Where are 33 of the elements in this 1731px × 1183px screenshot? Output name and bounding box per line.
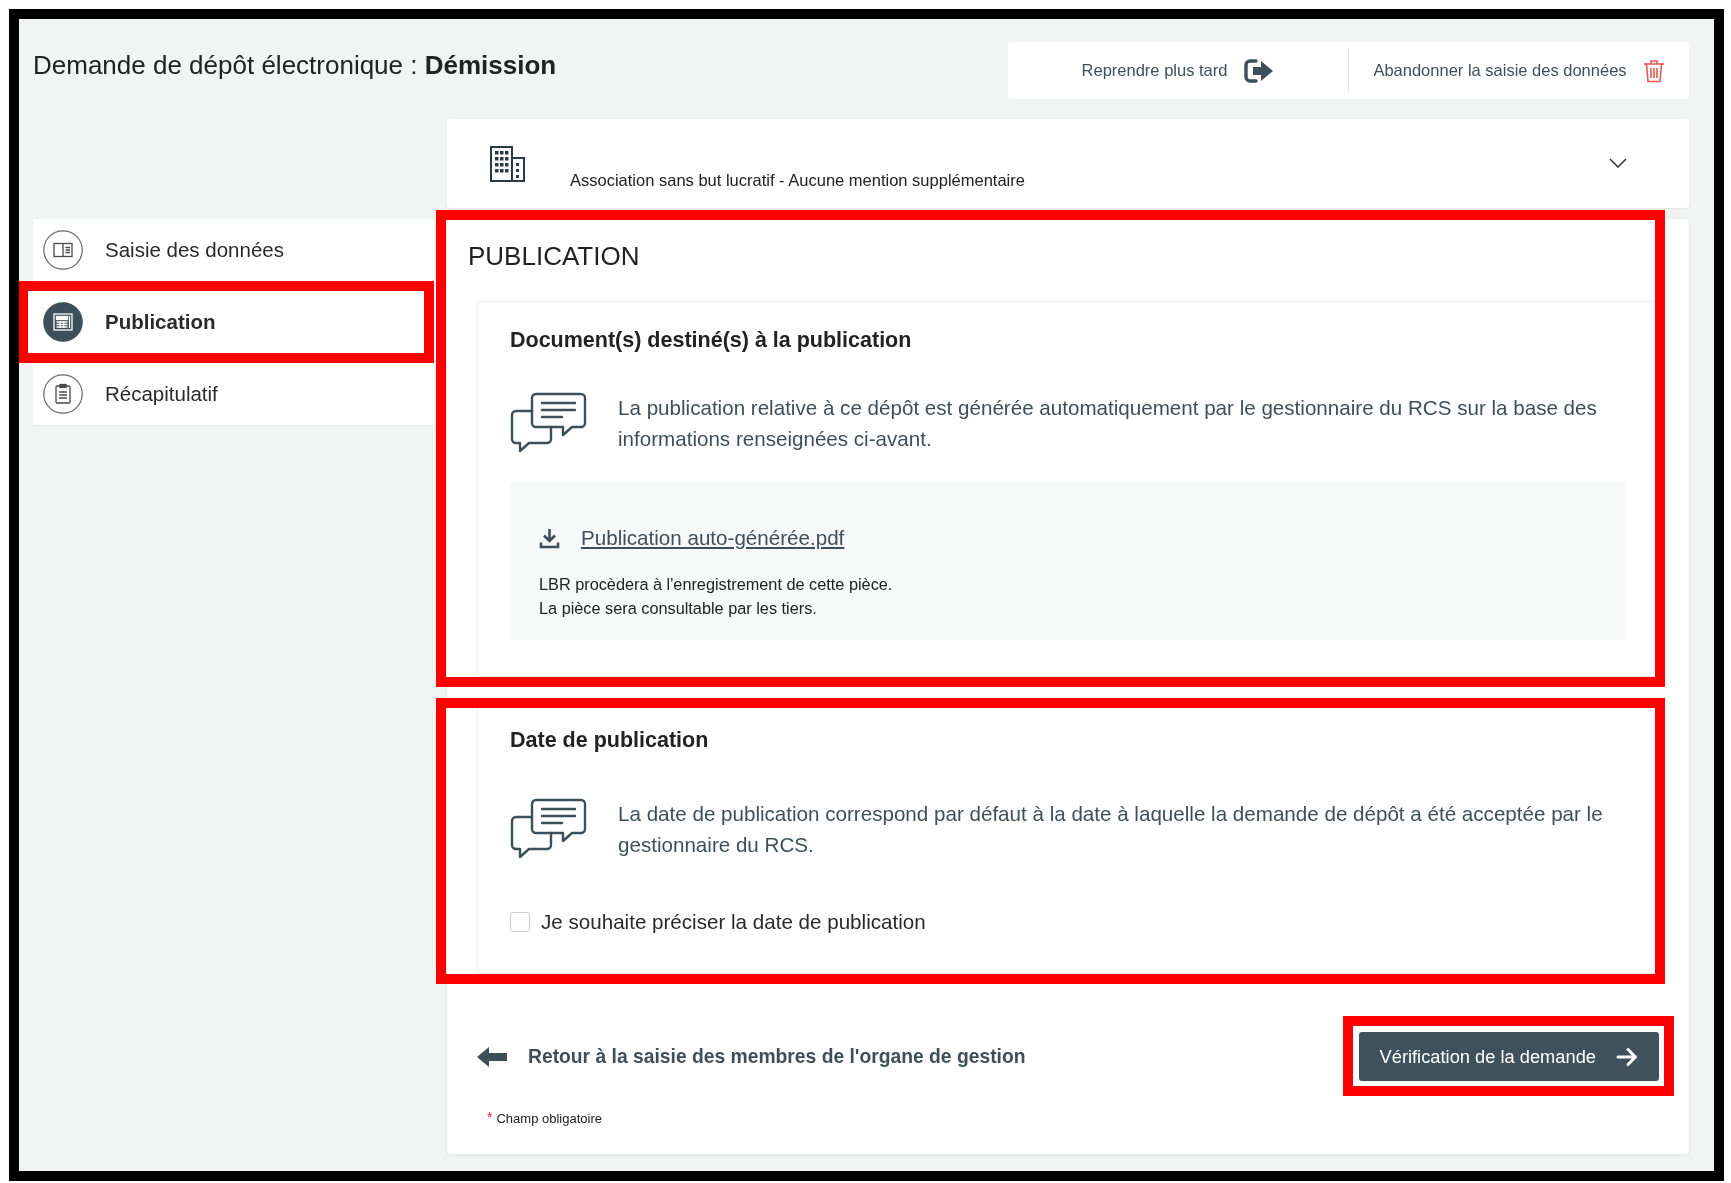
info-text: La date de publication correspond par défaut à la date à laquelle la demande de dépôt a été acceptée par le gestionnaire du RCS. xyxy=(618,801,1604,858)
section-title: Date de publication xyxy=(510,728,710,753)
book-icon xyxy=(43,230,83,270)
document-link[interactable]: Publication auto-générée.pdf xyxy=(581,526,845,550)
trash-icon xyxy=(1642,58,1665,83)
checkbox-label[interactable]: Je souhaite préciser la date de publication xyxy=(541,910,926,934)
required-mark: * xyxy=(487,1110,493,1124)
step-nav-item[interactable]: Saisie des données xyxy=(33,219,434,281)
step-nav-item[interactable]: Récapitulatif xyxy=(33,363,434,425)
chevron-down-icon[interactable] xyxy=(1609,158,1627,168)
download-icon xyxy=(539,527,560,549)
next-button[interactable]: Vérification de la demande xyxy=(1358,1032,1659,1081)
arrow-out-icon xyxy=(1243,57,1275,84)
abandon-button[interactable]: Abandonner la saisie des données xyxy=(1349,42,1689,99)
arrow-left-icon xyxy=(477,1046,507,1067)
speech-bubbles-icon xyxy=(510,798,587,859)
resume-later-button[interactable]: Reprendre plus tard xyxy=(1008,42,1348,99)
section-title: Document(s) destiné(s) à la publication xyxy=(510,328,913,353)
info-text: La publication relative à ce dépôt est générée automatiquement par le gestionnaire du RCS sur la base des informations renseignées ci-avant. xyxy=(618,395,1598,452)
arrow-right-icon xyxy=(1616,1046,1638,1067)
required-note: Champ obligatoire xyxy=(496,1110,602,1128)
note-text: LBR procèdera à l'enregistrement de cette pièce. xyxy=(539,574,894,595)
entity-type-text: Association sans but lucratif - Aucune mention supplémentaire xyxy=(570,170,1025,190)
newspaper-icon xyxy=(43,302,83,342)
step-nav-item[interactable]: Publication xyxy=(19,281,434,363)
building-icon xyxy=(490,146,525,182)
speech-bubbles-icon xyxy=(510,392,587,453)
note-text: La pièce sera consultable par les tiers. xyxy=(539,598,818,619)
page-title: Demande de dépôt électronique : Démission xyxy=(33,50,557,80)
back-link[interactable]: Retour à la saisie des membres de l'organe de gestion xyxy=(477,1045,1026,1068)
checkbox[interactable] xyxy=(510,912,530,932)
clipboard-icon xyxy=(43,374,83,414)
panel-title: PUBLICATION xyxy=(468,241,641,271)
